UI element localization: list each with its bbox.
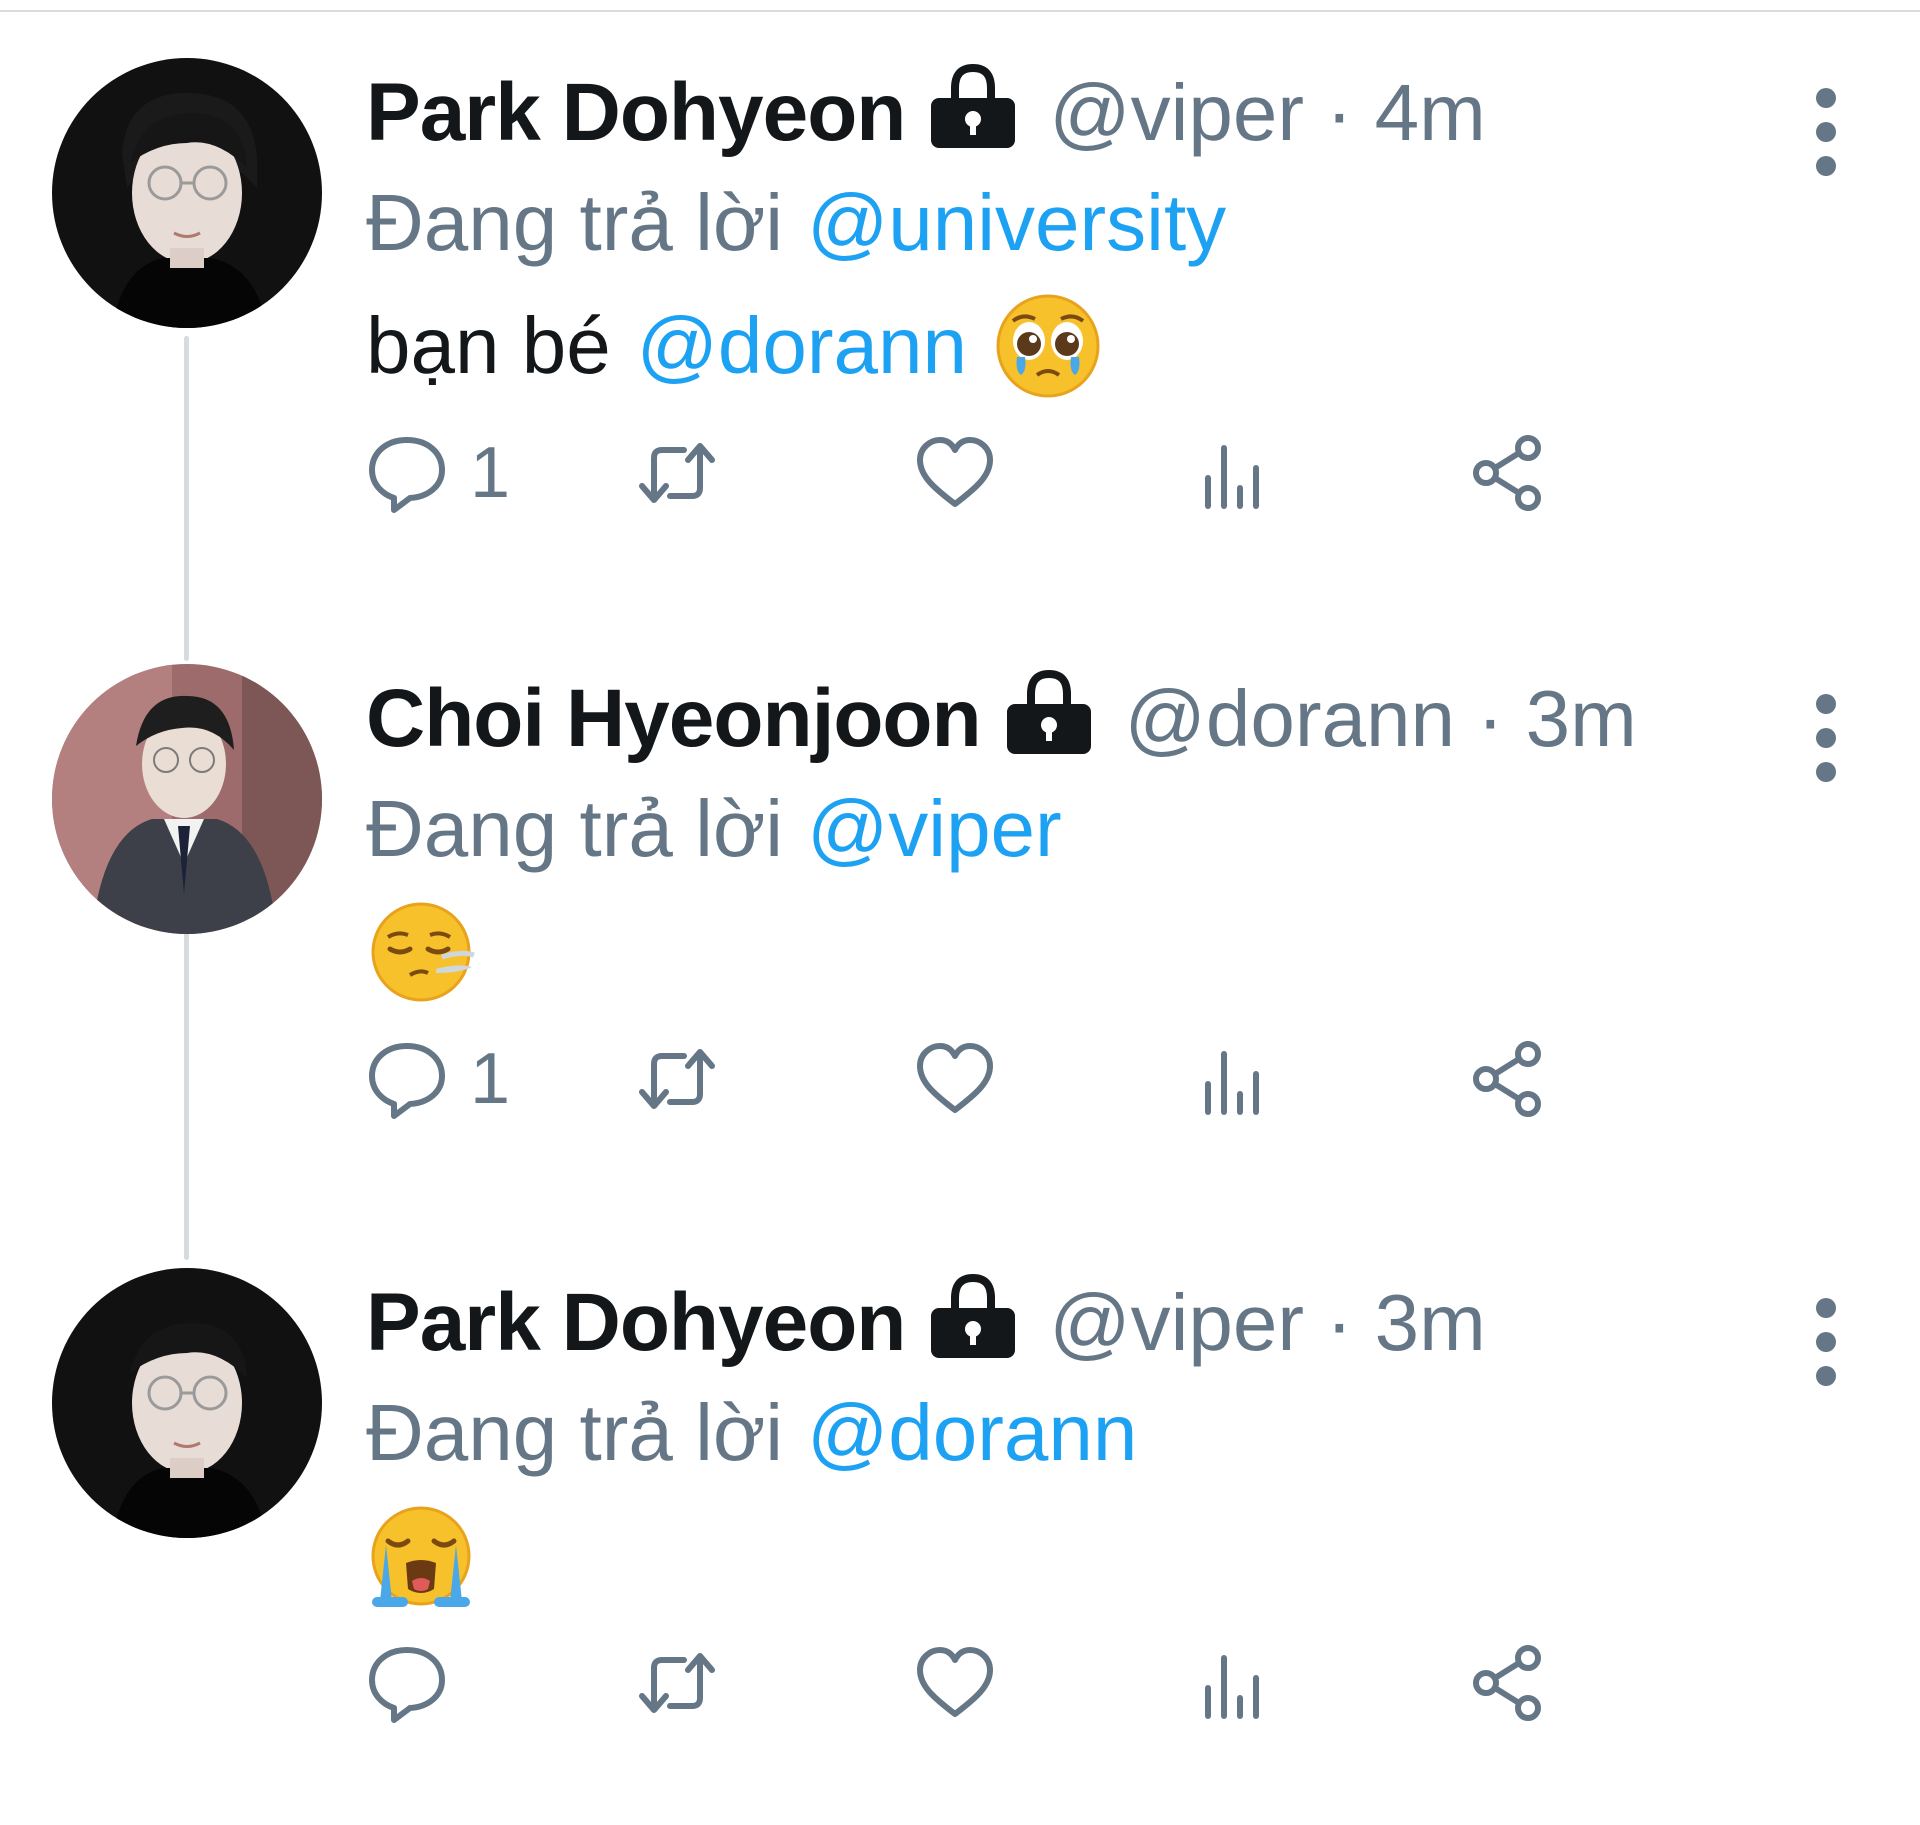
avatar[interactable] (52, 664, 322, 934)
retweet-button[interactable] (636, 1628, 718, 1738)
tweet-text (366, 892, 476, 1012)
separator-dot: · (1326, 1278, 1353, 1367)
replying-to: Đang trả lời @dorann (366, 1378, 1137, 1488)
share-button[interactable] (1466, 1024, 1548, 1134)
replying-to-label: Đang trả lời (366, 178, 784, 267)
heart-icon (914, 1642, 996, 1724)
heart-icon (914, 432, 996, 514)
share-icon (1466, 1038, 1548, 1120)
separator-dot: · (1326, 68, 1353, 157)
tweet[interactable]: Park Dohyeon @viper · 4m Đang trả lời @u… (0, 58, 1920, 658)
share-button[interactable] (1466, 418, 1548, 528)
username-handle[interactable]: @dorann (1125, 673, 1455, 765)
share-button[interactable] (1466, 1628, 1548, 1738)
analytics-button[interactable] (1192, 1628, 1274, 1738)
like-button[interactable] (914, 418, 996, 528)
avatar[interactable] (52, 1268, 322, 1538)
analytics-button[interactable] (1192, 1024, 1274, 1134)
more-options-icon[interactable] (1806, 1294, 1846, 1390)
separator-dot: · (1476, 674, 1504, 763)
reply-icon (366, 1038, 448, 1120)
share-icon (1466, 1642, 1548, 1724)
replying-to-mention[interactable]: @dorann (807, 1387, 1137, 1479)
lock-icon (927, 1272, 1019, 1362)
username-handle[interactable]: @viper (1049, 67, 1304, 159)
display-name[interactable]: Choi Hyeonjoon (366, 672, 982, 766)
tweet[interactable]: Park Dohyeon @viper · 3m Đang trả lời @d… (0, 1268, 1920, 1825)
analytics-icon (1192, 1038, 1274, 1120)
replying-to-label: Đang trả lời (366, 1388, 784, 1477)
tweet-header: Park Dohyeon @viper · 3m (366, 1268, 1486, 1378)
display-name[interactable]: Park Dohyeon (366, 1276, 906, 1370)
reply-count: 1 (470, 1039, 511, 1119)
tweet-text: bạn bé @dorann (366, 286, 1103, 406)
retweet-button[interactable] (636, 1024, 718, 1134)
avatar-image (52, 58, 322, 328)
pleading-face-emoji-icon (993, 291, 1103, 401)
reply-button[interactable]: 1 (366, 1024, 510, 1134)
reply-button[interactable]: 1 (366, 418, 510, 528)
loudly-crying-face-emoji-icon (366, 1501, 476, 1611)
lock-icon (1003, 668, 1095, 758)
like-button[interactable] (914, 1024, 996, 1134)
tweet-header: Choi Hyeonjoon @dorann · 3m (366, 664, 1637, 774)
heart-icon (914, 1038, 996, 1120)
reply-count: 1 (470, 433, 511, 513)
username-handle[interactable]: @viper (1049, 1277, 1304, 1369)
reply-button[interactable] (366, 1628, 470, 1738)
retweet-button[interactable] (636, 418, 718, 528)
tweet-mention[interactable]: @dorann (637, 300, 967, 392)
tweet-text-content: bạn bé (366, 301, 611, 390)
timestamp[interactable]: 3m (1526, 673, 1637, 765)
analytics-icon (1192, 1642, 1274, 1724)
replying-to-mention[interactable]: @viper (807, 783, 1062, 875)
retweet-icon (636, 1038, 718, 1120)
replying-to: Đang trả lời @viper (366, 774, 1062, 884)
replying-to-mention[interactable]: @university (807, 177, 1226, 269)
analytics-button[interactable] (1192, 418, 1274, 528)
tweet-actions: 1 (366, 1024, 1816, 1134)
like-button[interactable] (914, 1628, 996, 1738)
avatar[interactable] (52, 58, 322, 328)
tweet-thread: Park Dohyeon @viper · 4m Đang trả lời @u… (0, 0, 1920, 1825)
retweet-icon (636, 1642, 718, 1724)
tweet[interactable]: Choi Hyeonjoon @dorann · 3m Đang trả lời… (0, 664, 1920, 1264)
tweet-text (366, 1496, 476, 1616)
avatar-image (52, 1268, 322, 1538)
replying-to: Đang trả lời @university (366, 168, 1226, 278)
lock-icon (927, 62, 1019, 152)
timestamp[interactable]: 3m (1375, 1277, 1486, 1369)
top-divider (0, 10, 1920, 12)
tweet-header: Park Dohyeon @viper · 4m (366, 58, 1486, 168)
more-options-icon[interactable] (1806, 84, 1846, 180)
retweet-icon (636, 432, 718, 514)
tweet-actions: 1 (366, 418, 1816, 528)
replying-to-label: Đang trả lời (366, 784, 784, 873)
face-exhaling-emoji-icon (366, 897, 476, 1007)
reply-icon (366, 432, 448, 514)
avatar-image (52, 664, 322, 934)
share-icon (1466, 432, 1548, 514)
timestamp[interactable]: 4m (1375, 67, 1486, 159)
tweet-actions (366, 1628, 1816, 1738)
more-options-icon[interactable] (1806, 690, 1846, 786)
analytics-icon (1192, 432, 1274, 514)
display-name[interactable]: Park Dohyeon (366, 66, 906, 160)
reply-icon (366, 1642, 448, 1724)
